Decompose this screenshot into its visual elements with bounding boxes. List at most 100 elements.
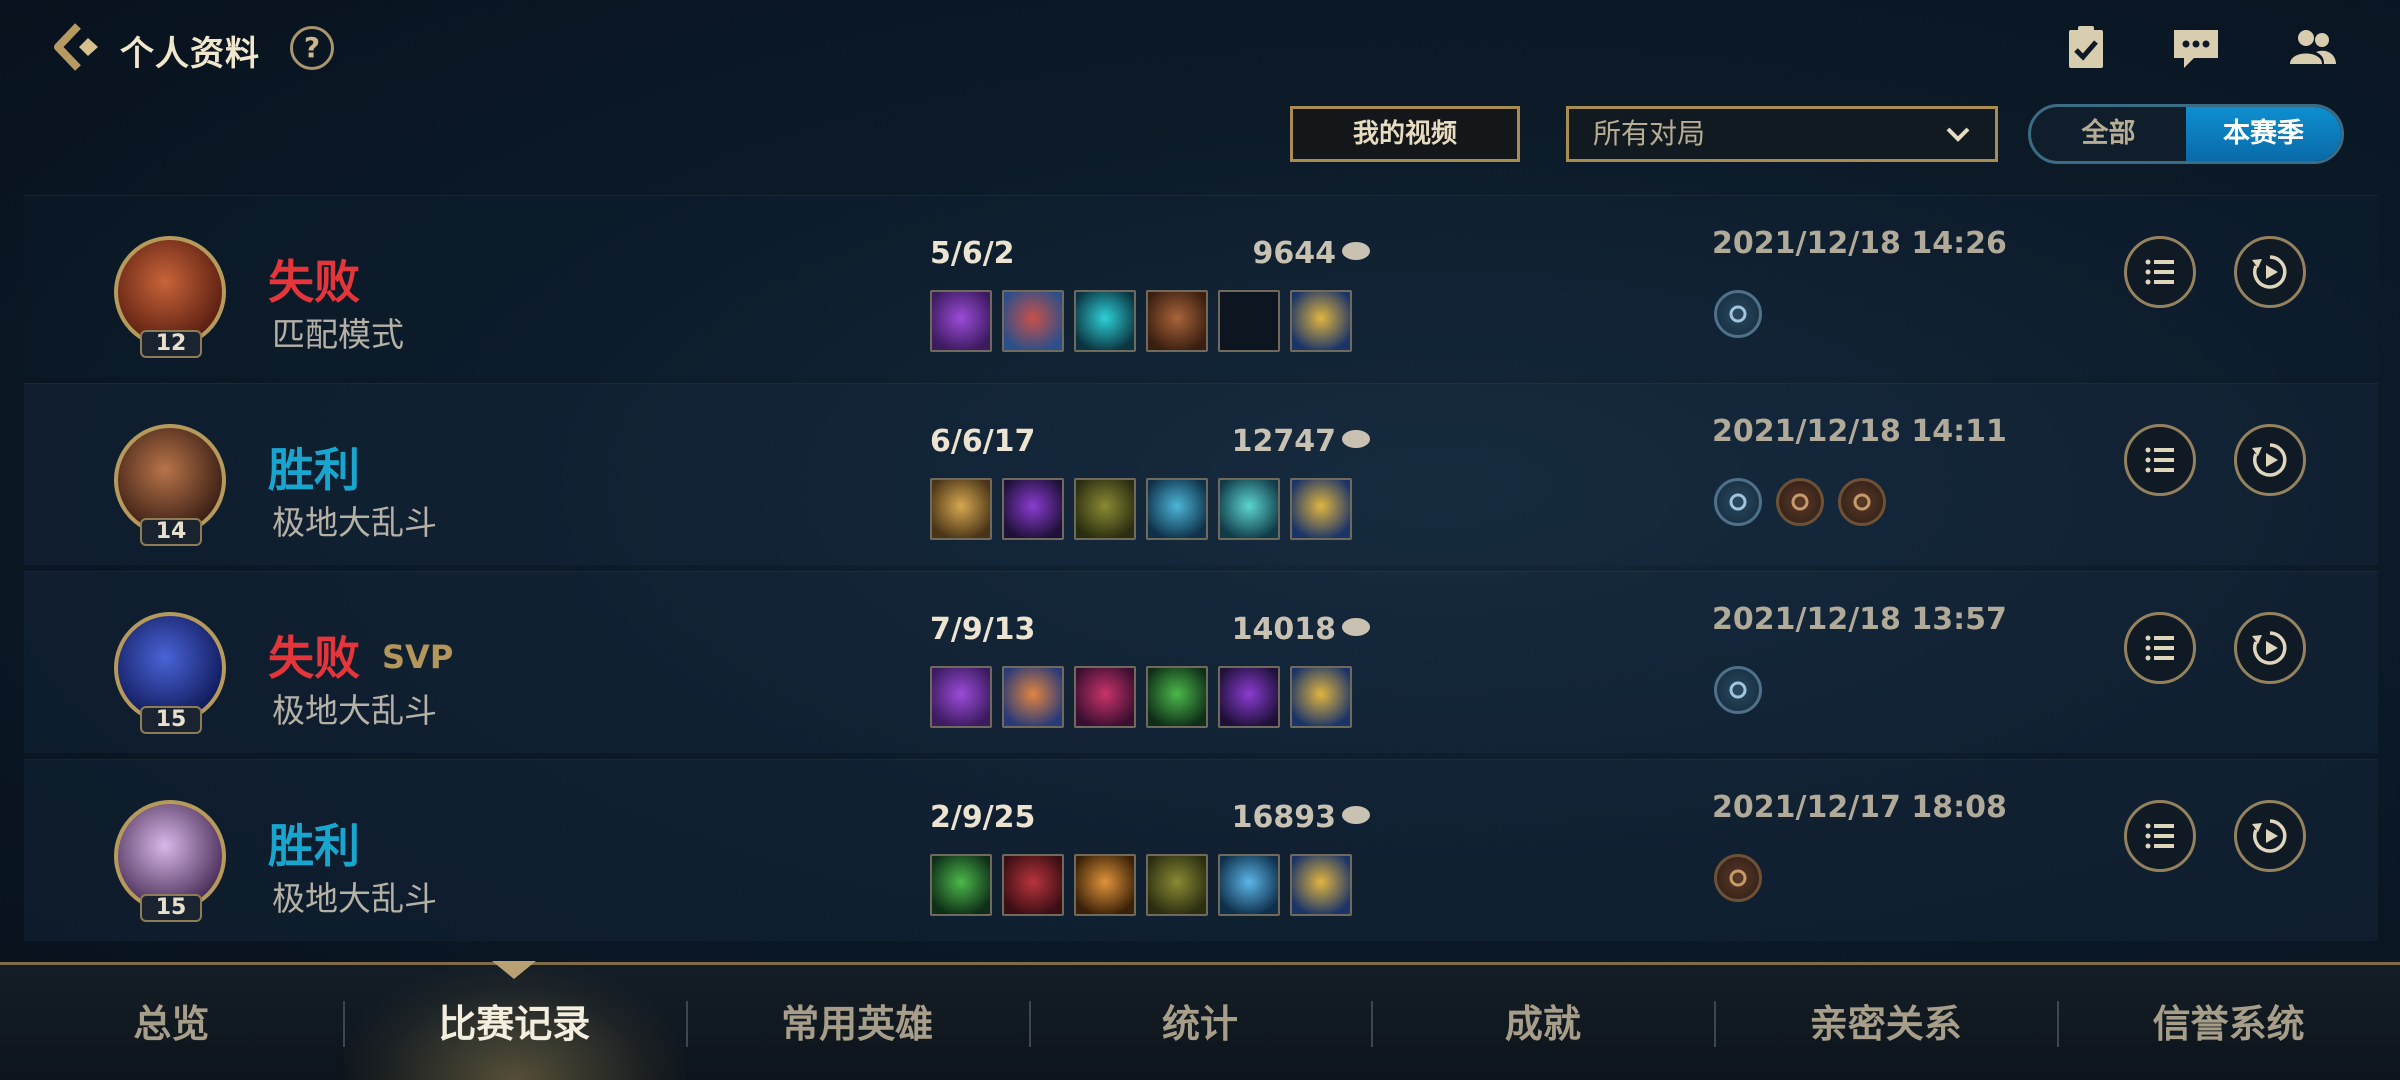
item-icon[interactable] xyxy=(1002,290,1064,352)
match-row[interactable]: 14 胜利 极地大乱斗 6/6/17 12747 2021/12/18 14:1… xyxy=(24,383,2378,565)
gold-value: 12747 xyxy=(1231,424,1336,459)
match-row[interactable]: 15 失败 SVP 极地大乱斗 7/9/13 14018 2021/12/18 … xyxy=(24,571,2378,753)
item-icon[interactable] xyxy=(1074,290,1136,352)
item-icon[interactable] xyxy=(930,854,992,916)
replay-button[interactable] xyxy=(2234,800,2306,872)
match-row[interactable]: 15 胜利 极地大乱斗 2/9/25 16893 2021/12/17 18:0… xyxy=(24,759,2378,941)
match-details-button[interactable] xyxy=(2124,424,2196,496)
achievement-badges xyxy=(1714,854,1762,902)
item-icon[interactable] xyxy=(1002,666,1064,728)
back-arrow-icon xyxy=(54,23,98,71)
achievement-badge-icon[interactable] xyxy=(1714,854,1762,902)
champion-level: 12 xyxy=(140,330,202,358)
item-icon[interactable] xyxy=(1218,854,1280,916)
item-icon[interactable] xyxy=(1146,666,1208,728)
item-build xyxy=(930,854,1352,916)
game-mode: 极地大乱斗 xyxy=(272,503,437,542)
match-type-select[interactable]: 所有对局 xyxy=(1566,106,1998,162)
replay-icon xyxy=(2252,631,2287,665)
kda: 6/6/17 xyxy=(930,424,1036,459)
gold-value: 9644 xyxy=(1252,236,1337,271)
item-icon[interactable] xyxy=(1218,478,1280,540)
item-icon[interactable] xyxy=(930,666,992,728)
game-mode: 极地大乱斗 xyxy=(272,691,437,730)
match-result: 失败 xyxy=(268,631,360,685)
match-result: 胜利 xyxy=(268,819,360,873)
match-date: 2021/12/18 13:57 xyxy=(1712,602,2007,637)
item-icon[interactable] xyxy=(1146,290,1208,352)
gold-value: 14018 xyxy=(1231,612,1336,647)
champion-level: 14 xyxy=(140,518,202,546)
back-button[interactable] xyxy=(48,18,106,76)
achievement-badge-icon[interactable] xyxy=(1838,478,1886,526)
champion-level: 15 xyxy=(140,706,202,734)
item-icon[interactable] xyxy=(1002,854,1064,916)
item-icon[interactable] xyxy=(1074,666,1136,728)
gold-earned: 12747 xyxy=(1200,424,1370,459)
achievement-badge-icon[interactable] xyxy=(1776,478,1824,526)
chat-icon[interactable] xyxy=(2170,24,2222,72)
item-icon[interactable] xyxy=(1290,290,1352,352)
list-icon xyxy=(2145,259,2174,285)
item-icon[interactable] xyxy=(1146,478,1208,540)
kda: 7/9/13 xyxy=(930,612,1036,647)
game-mode: 极地大乱斗 xyxy=(272,879,437,918)
gold-coin-icon xyxy=(1342,430,1370,448)
achievement-badges xyxy=(1714,290,1762,338)
gold-value: 16893 xyxy=(1231,800,1336,835)
friends-icon[interactable] xyxy=(2286,24,2338,72)
top-bar: 个人资料 ? xyxy=(0,0,2400,100)
bottom-nav: 总览 比赛记录 常用英雄 统计 成就 亲密关系 信誉系统 xyxy=(0,961,2400,1080)
item-icon[interactable] xyxy=(1074,478,1136,540)
item-icon[interactable] xyxy=(1218,666,1280,728)
nav-tab[interactable]: 亲密关系 xyxy=(1714,965,2057,1080)
item-icon[interactable] xyxy=(1290,478,1352,540)
replay-button[interactable] xyxy=(2234,424,2306,496)
replay-button[interactable] xyxy=(2234,236,2306,308)
match-details-button[interactable] xyxy=(2124,236,2196,308)
achievement-badge-icon[interactable] xyxy=(1714,478,1762,526)
item-icon[interactable] xyxy=(1074,854,1136,916)
nav-tab[interactable]: 总览 xyxy=(0,965,343,1080)
match-details-button[interactable] xyxy=(2124,800,2196,872)
help-button[interactable]: ? xyxy=(290,26,334,70)
achievement-badge-icon[interactable] xyxy=(1714,290,1762,338)
item-icon[interactable] xyxy=(1290,854,1352,916)
replay-button[interactable] xyxy=(2234,612,2306,684)
item-icon[interactable] xyxy=(930,478,992,540)
nav-tab[interactable]: 统计 xyxy=(1028,965,1372,1080)
match-date: 2021/12/17 18:08 xyxy=(1712,790,2007,825)
item-icon[interactable] xyxy=(1002,478,1064,540)
item-icon[interactable] xyxy=(930,290,992,352)
nav-tab[interactable]: 比赛记录 xyxy=(342,961,686,1080)
match-date: 2021/12/18 14:26 xyxy=(1712,226,2007,261)
achievement-badges xyxy=(1714,478,1886,526)
replay-icon xyxy=(2252,255,2287,289)
list-icon xyxy=(2145,635,2174,661)
segment-season[interactable]: 本赛季 xyxy=(2186,107,2341,161)
match-result: 失败 xyxy=(268,255,360,309)
match-details-button[interactable] xyxy=(2124,612,2196,684)
page-title: 个人资料 xyxy=(120,34,260,74)
gold-coin-icon xyxy=(1342,618,1370,636)
item-build xyxy=(930,666,1352,728)
nav-tab[interactable]: 常用英雄 xyxy=(685,965,1029,1080)
season-toggle: 全部 本赛季 xyxy=(2028,104,2344,164)
my-videos-button[interactable]: 我的视频 xyxy=(1290,106,1520,162)
item-icon[interactable] xyxy=(1290,666,1352,728)
match-date: 2021/12/18 14:11 xyxy=(1712,414,2007,449)
item-icon[interactable] xyxy=(1146,854,1208,916)
segment-all[interactable]: 全部 xyxy=(2031,107,2186,161)
item-slot-empty xyxy=(1218,290,1280,352)
nav-tab[interactable]: 信誉系统 xyxy=(2057,965,2400,1080)
gold-earned: 14018 xyxy=(1200,612,1370,647)
achievement-badge-icon[interactable] xyxy=(1714,666,1762,714)
nav-tab[interactable]: 成就 xyxy=(1371,965,1714,1080)
gold-earned: 16893 xyxy=(1200,800,1370,835)
replay-icon xyxy=(2252,819,2287,853)
achievement-badges xyxy=(1714,666,1762,714)
match-row[interactable]: 12 失败 匹配模式 5/6/2 9644 2021/12/18 14:26 xyxy=(24,195,2378,377)
checklist-icon[interactable] xyxy=(2060,24,2112,72)
gold-coin-icon xyxy=(1342,806,1370,824)
game-mode: 匹配模式 xyxy=(272,315,404,354)
